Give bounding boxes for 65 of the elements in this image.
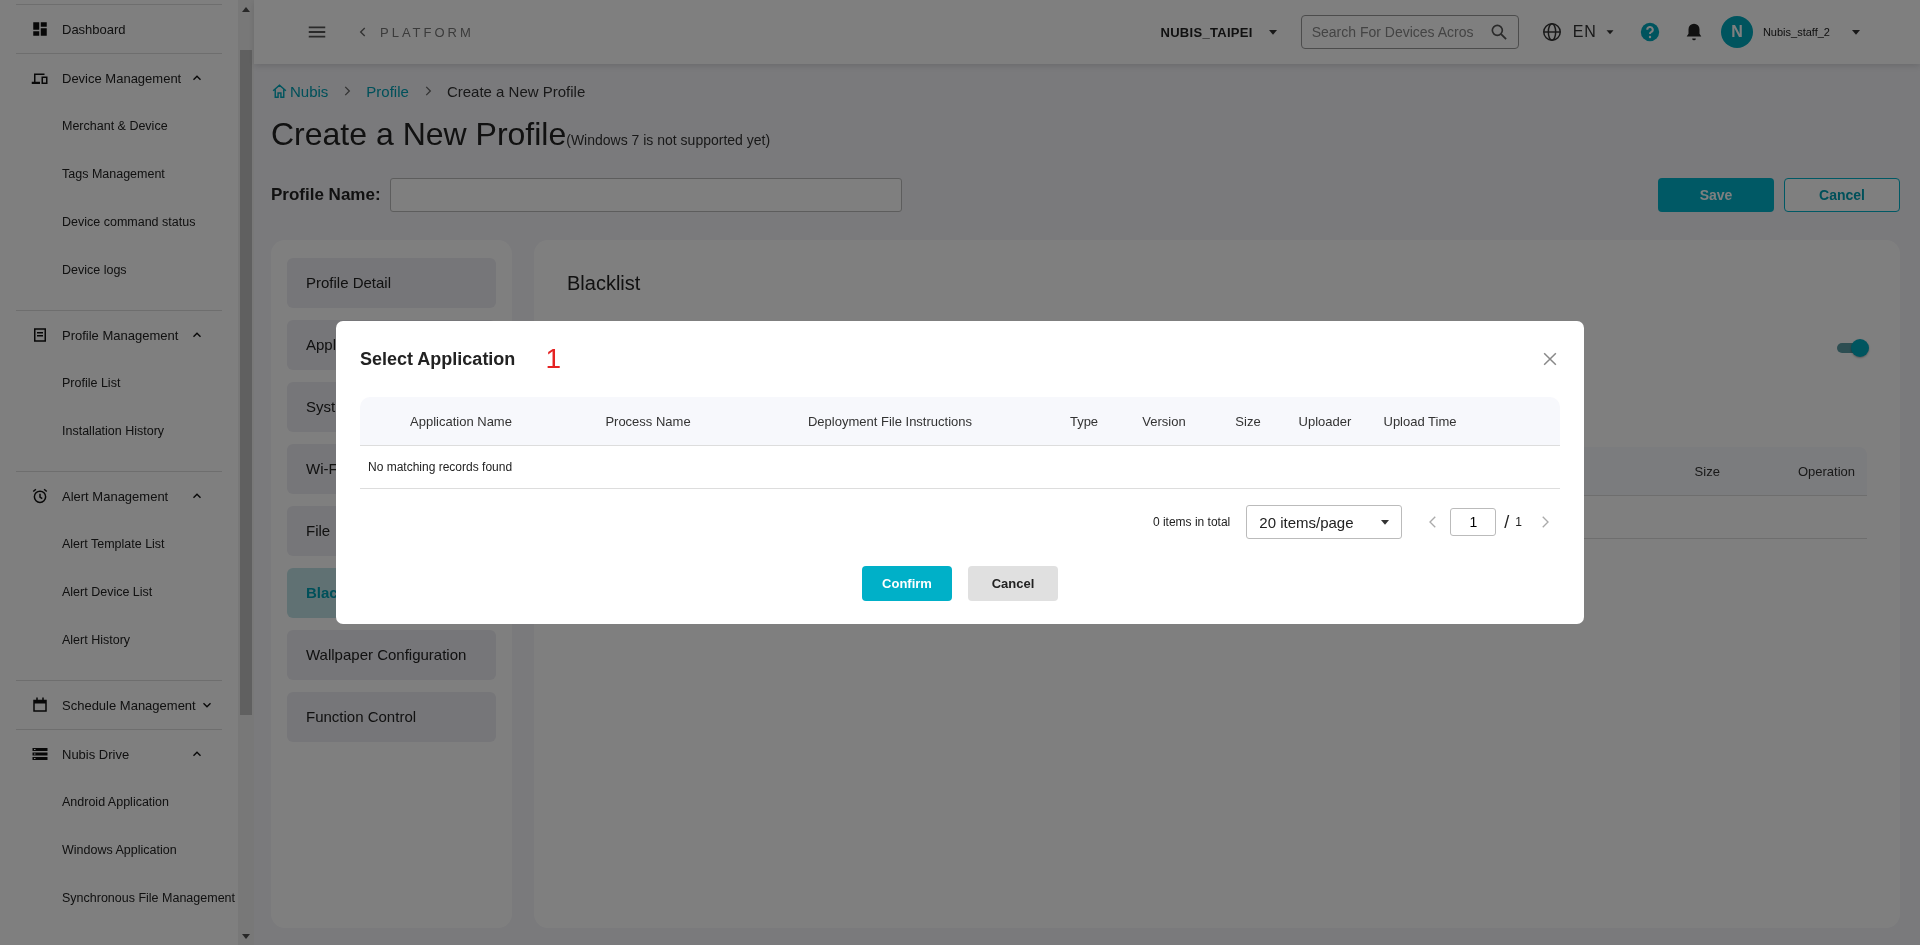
section-tab[interactable]: Wallpaper Configuration — [287, 630, 496, 680]
organization-dropdown[interactable]: NUBIS_TAIPEI — [1160, 24, 1281, 40]
page-size-dropdown[interactable]: 20 items/page — [1246, 505, 1403, 539]
group-label: Profile Management — [62, 327, 179, 343]
empty-message: No matching records found — [368, 460, 513, 474]
alarm-clock-icon — [31, 487, 49, 505]
column-header: Size — [1694, 463, 1720, 479]
page-title: Create a New Profile — [271, 115, 567, 154]
column-header: Uploader — [1298, 413, 1352, 429]
section-tab[interactable]: Profile Detail — [287, 258, 496, 308]
language-dropdown[interactable]: EN — [1572, 23, 1617, 41]
dashboard-icon — [31, 20, 49, 38]
column-header: Operation — [1797, 463, 1855, 479]
breadcrumb-current: Create a New Profile — [446, 82, 586, 100]
section-tab[interactable]: Function Control — [287, 692, 496, 742]
sidebar-item[interactable]: Alert Template List — [0, 520, 238, 568]
column-header: Size — [1235, 413, 1261, 429]
column-header: Process Name — [605, 413, 691, 429]
sidebar-item[interactable]: Tags Management — [0, 150, 238, 198]
sidebar-item[interactable]: Synchronous File Management — [0, 874, 238, 922]
field-label: Profile Name: — [271, 185, 381, 205]
group-label: Alert Management — [62, 488, 169, 504]
page-count: 1 — [1515, 515, 1522, 529]
cancel-button[interactable]: Cancel — [968, 566, 1058, 601]
page-separator: / — [1504, 511, 1510, 533]
storage-icon — [31, 745, 49, 763]
confirm-button[interactable]: Confirm — [862, 566, 952, 601]
sidebar-group[interactable]: Dashboard — [0, 5, 222, 53]
document-icon — [31, 326, 49, 344]
sidebar-item[interactable]: Alert Device List — [0, 568, 238, 616]
sidebar-item[interactable]: Merchant & Device — [0, 102, 238, 150]
sidebar-item[interactable]: Windows Application — [0, 826, 238, 874]
sidebar-group[interactable]: Profile Management — [0, 311, 222, 359]
group-label: Nubis Drive — [62, 746, 130, 762]
sidebar-group[interactable]: Device Management — [0, 54, 222, 102]
panel-title: Blacklist — [567, 272, 642, 295]
column-header: Type — [1069, 413, 1099, 429]
page-field[interactable]: 1 — [1450, 508, 1497, 536]
scrollbar[interactable] — [238, 0, 254, 945]
item-total: 0 items in total — [1152, 515, 1231, 529]
group-label: Schedule Management — [62, 697, 196, 713]
sidebar-group[interactable]: Nubis Drive — [0, 730, 222, 778]
user-name[interactable]: Nubis_staff_2 — [1762, 26, 1830, 38]
sidebar-group[interactable]: Schedule Management — [0, 681, 222, 729]
sidebar-item[interactable]: Installation History — [0, 407, 238, 455]
column-header: Upload Time — [1383, 413, 1457, 429]
sidebar-item[interactable]: Device command status — [0, 198, 238, 246]
search-field[interactable]: Search For Devices Acros — [1300, 15, 1519, 49]
back-link[interactable]: PLATFORM — [356, 24, 474, 40]
group-label: Dashboard — [62, 21, 126, 37]
sidebar-item[interactable]: Profile List — [0, 359, 238, 407]
sidebar-group[interactable]: Alert Management — [0, 472, 222, 520]
sidebar-item[interactable]: Device logs — [0, 246, 238, 294]
group-label: Device Management — [62, 70, 182, 86]
calendar-icon — [31, 696, 49, 714]
column-header: Deployment File Instructions — [808, 413, 972, 429]
annotation-number: 1 — [545, 343, 561, 375]
dialog-title: Select Application — [360, 348, 516, 370]
title-note: (Windows 7 is not supported yet) — [566, 131, 771, 150]
sidebar-item[interactable]: Alert History — [0, 616, 238, 664]
column-header: Version — [1142, 413, 1186, 429]
column-header: Application Name — [410, 413, 512, 429]
globe-icon[interactable] — [1540, 21, 1563, 43]
profile-name-field[interactable] — [389, 178, 902, 212]
sidebar-item[interactable]: Android Application — [0, 778, 238, 826]
